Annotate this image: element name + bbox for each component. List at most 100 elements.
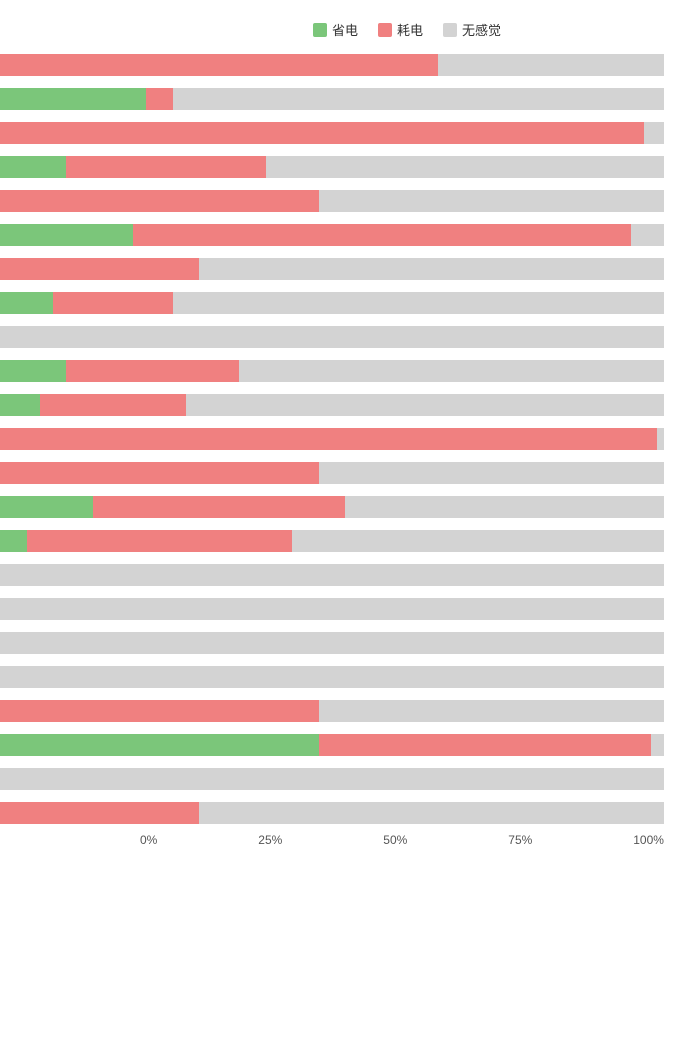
- legend: 省电 耗电 无感觉: [140, 20, 674, 39]
- bar-neutral: [266, 156, 664, 178]
- bar-neutral: [0, 598, 664, 620]
- bar-track: [0, 666, 664, 688]
- bar-neutral: [0, 326, 664, 348]
- bar-track: [0, 734, 664, 756]
- bar-drain: [0, 428, 657, 450]
- bar-neutral: [438, 54, 664, 76]
- bar-neutral: [0, 564, 664, 586]
- bar-neutral: [644, 122, 664, 144]
- bar-drain: [0, 258, 199, 280]
- bar-neutral: [319, 700, 664, 722]
- bar-track: [0, 190, 664, 212]
- chart-row: iPhone 14 Plus: [0, 457, 664, 489]
- bar-track: [0, 156, 664, 178]
- chart-row: iPhone 8: [0, 559, 664, 591]
- bar-track: [0, 700, 664, 722]
- chart-row: iPhone XR: [0, 729, 664, 761]
- bar-track: [0, 632, 664, 654]
- chart-row: iPhone 12 mini: [0, 185, 664, 217]
- bar-drain: [0, 802, 199, 824]
- chart-row: iPhone 8 Plus: [0, 593, 664, 625]
- bar-neutral: [0, 632, 664, 654]
- chart-row: iPhone XS: [0, 763, 664, 795]
- x-axis-label: 75%: [508, 833, 532, 847]
- bar-drain: [146, 88, 173, 110]
- bar-track: [0, 394, 664, 416]
- bar-neutral: [0, 768, 664, 790]
- bar-save: [0, 530, 27, 552]
- chart-row: iPhone 14 Pro Max: [0, 525, 664, 557]
- chart-row: iPhone SE 第3代: [0, 661, 664, 693]
- bar-drain: [53, 292, 173, 314]
- bar-drain: [40, 394, 186, 416]
- bar-track: [0, 258, 664, 280]
- bar-track: [0, 496, 664, 518]
- bar-neutral: [173, 88, 664, 110]
- bar-track: [0, 88, 664, 110]
- chart-row: iPhone 11: [0, 49, 664, 81]
- bar-neutral: [0, 666, 664, 688]
- bar-track: [0, 326, 664, 348]
- x-axis-label: 0%: [140, 833, 157, 847]
- bar-save: [0, 496, 93, 518]
- bar-track: [0, 802, 664, 824]
- bar-save: [0, 394, 40, 416]
- legend-label: 耗电: [397, 20, 423, 39]
- bar-save: [0, 224, 133, 246]
- bar-neutral: [319, 190, 664, 212]
- bar-drain: [0, 462, 319, 484]
- bar-neutral: [186, 394, 664, 416]
- bar-drain: [319, 734, 651, 756]
- bar-track: [0, 292, 664, 314]
- legend-swatch: [443, 23, 457, 37]
- chart-row: iPhone 14 Pro: [0, 491, 664, 523]
- legend-item: 无感觉: [443, 20, 501, 39]
- bar-neutral: [651, 734, 664, 756]
- legend-swatch: [313, 23, 327, 37]
- chart-row: iPhone 13: [0, 287, 664, 319]
- bar-neutral: [199, 802, 664, 824]
- bar-track: [0, 360, 664, 382]
- bar-save: [0, 88, 146, 110]
- bar-track: [0, 428, 664, 450]
- legend-item: 省电: [313, 20, 358, 39]
- x-axis: 0%25%50%75%100%: [140, 833, 664, 847]
- bar-drain: [0, 700, 319, 722]
- bar-save: [0, 734, 319, 756]
- bar-drain: [133, 224, 631, 246]
- bar-neutral: [199, 258, 664, 280]
- bar-track: [0, 54, 664, 76]
- chart-row: iPhone X: [0, 695, 664, 727]
- chart-row: iPhone 13 Pro: [0, 355, 664, 387]
- bar-drain: [66, 360, 239, 382]
- chart-row: iPhone 12 Pro: [0, 219, 664, 251]
- bar-track: [0, 598, 664, 620]
- x-axis-label: 100%: [633, 833, 664, 847]
- chart-row: iPhone 11 Pro: [0, 83, 664, 115]
- bar-track: [0, 224, 664, 246]
- bar-neutral: [173, 292, 664, 314]
- bar-track: [0, 530, 664, 552]
- bar-drain: [27, 530, 293, 552]
- bar-track: [0, 564, 664, 586]
- bar-save: [0, 292, 53, 314]
- bar-save: [0, 360, 66, 382]
- bar-neutral: [631, 224, 664, 246]
- bar-neutral: [657, 428, 664, 450]
- legend-swatch: [378, 23, 392, 37]
- chart-row: iPhone 14: [0, 423, 664, 455]
- chart-row: iPhone 13 mini: [0, 321, 664, 353]
- bar-track: [0, 462, 664, 484]
- legend-label: 省电: [332, 20, 358, 39]
- bar-neutral: [319, 462, 664, 484]
- x-axis-label: 25%: [258, 833, 282, 847]
- bar-drain: [0, 190, 319, 212]
- chart-row: iPhone 12: [0, 151, 664, 183]
- legend-item: 耗电: [378, 20, 423, 39]
- chart-row: iPhone 13 Pro Max: [0, 389, 664, 421]
- bar-neutral: [345, 496, 664, 518]
- chart-row: iPhone 12 Pro Max: [0, 253, 664, 285]
- bar-neutral: [239, 360, 664, 382]
- bar-track: [0, 122, 664, 144]
- chart-row: iPhone XS Max: [0, 797, 664, 829]
